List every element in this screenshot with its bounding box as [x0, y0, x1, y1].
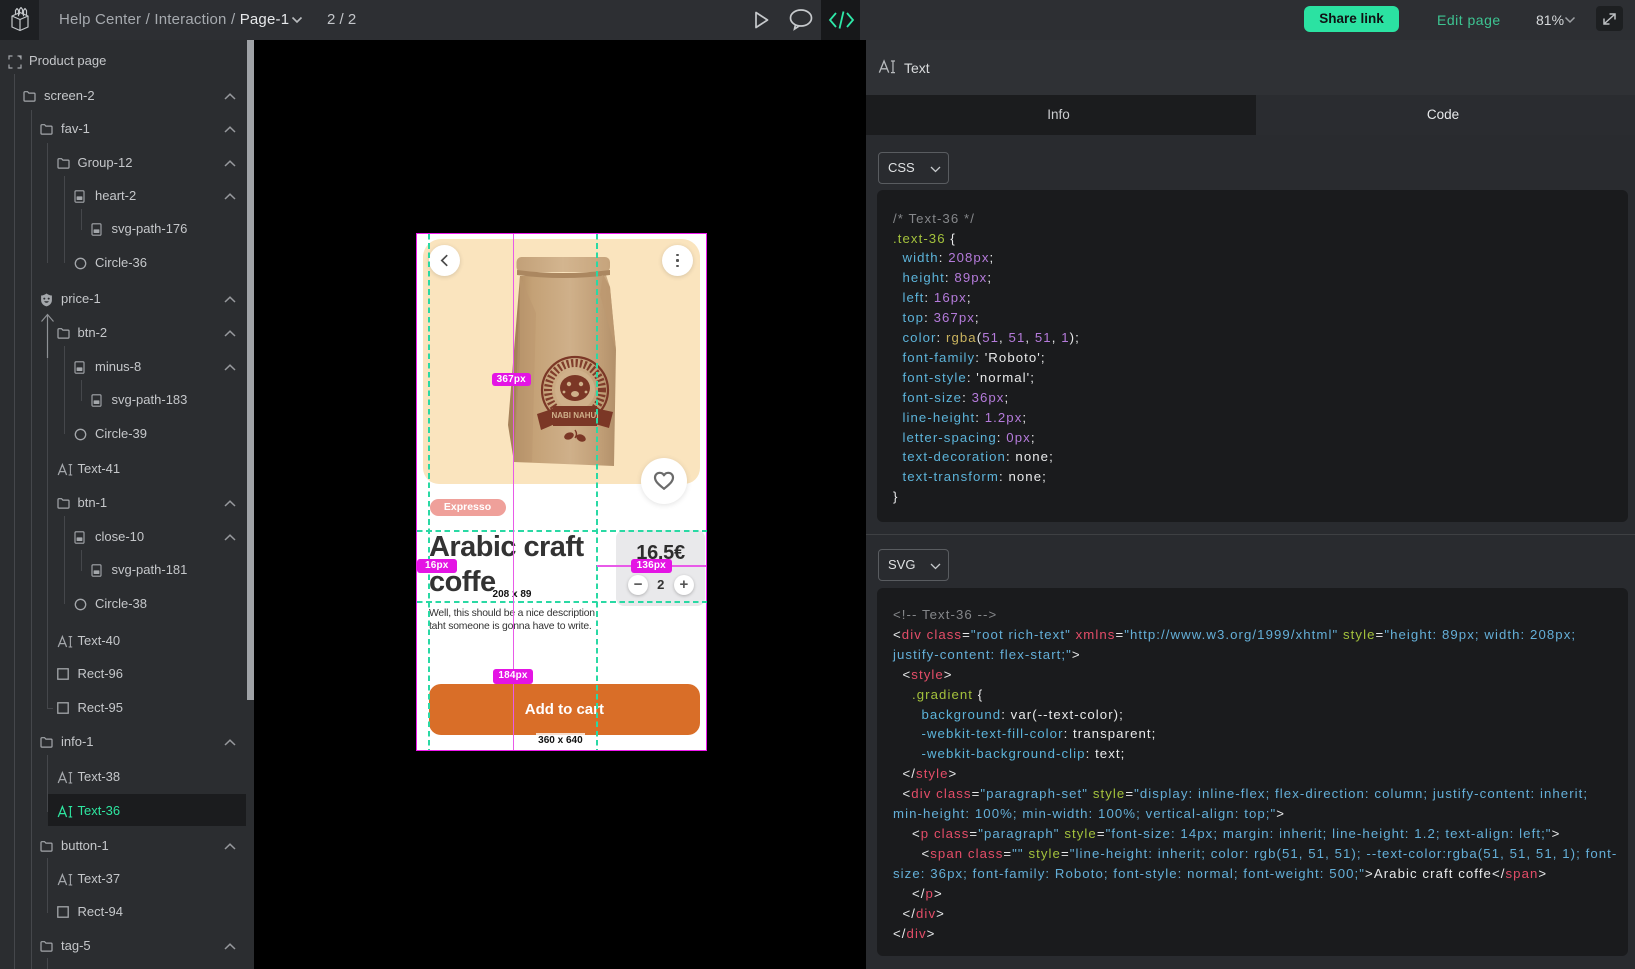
svg-text:NABI NAHUI: NABI NAHUI: [551, 411, 598, 420]
